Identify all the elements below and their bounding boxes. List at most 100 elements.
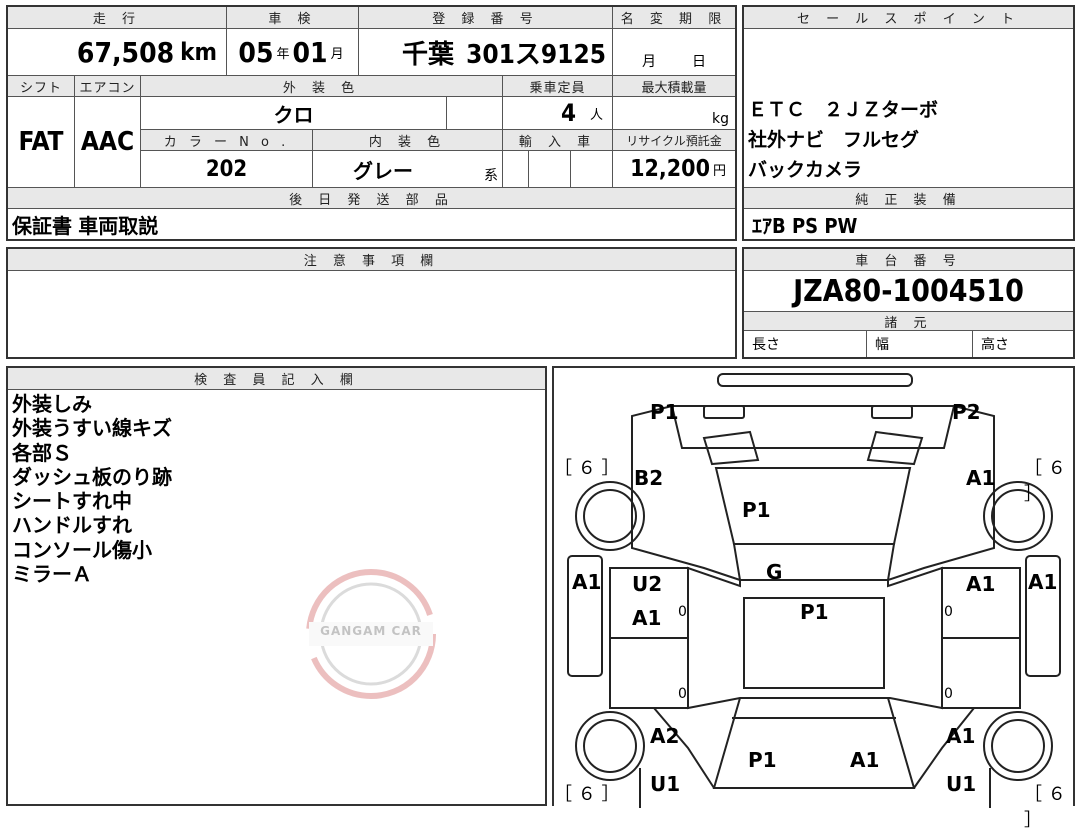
exterior-color-value: クロ xyxy=(140,97,446,129)
inspector-label: 検 査 員 記 入 欄 xyxy=(8,368,545,390)
capacity-value: 4 人 xyxy=(502,97,612,129)
chassis-table: 車 台 番 号 JZA80-1004510 諸 元 長さ 幅 高さ xyxy=(742,247,1075,359)
inspection-month: 01 xyxy=(292,35,328,69)
interior-color-label: 内 装 色 xyxy=(312,129,502,151)
color-no-value: 202 xyxy=(140,151,312,187)
zero-mark: 0 xyxy=(944,686,953,702)
capacity-unit: 人 xyxy=(589,107,603,123)
inspector-line: 外装しみ xyxy=(12,392,92,416)
year-unit: 年 xyxy=(276,46,290,62)
sales-points-label: セ ー ル ス ポ イ ン ト xyxy=(744,7,1073,29)
name-change-day: 日 xyxy=(692,54,706,70)
name-change-label: 名 変 期 限 xyxy=(612,7,735,29)
name-change-month: 月 xyxy=(642,54,656,70)
mileage-number: 67,508 xyxy=(76,35,175,69)
mark-windshield: G xyxy=(766,560,783,584)
mark-fender-front-left: B2 xyxy=(634,466,664,490)
exterior-color-extra xyxy=(446,97,502,129)
inspector-line: 外装うすい線キズ xyxy=(12,416,172,441)
car-diagram: ［ ６ ］ ［ ６ ］ ［ ６ ］ ［ ６ ］ P1 P2 B2 A1 P1 A… xyxy=(552,366,1075,831)
mark-front-left: P1 xyxy=(650,400,679,424)
sales-point-item: ＥＴＣ ２ＪＺターボ xyxy=(748,99,939,121)
notes-label: 注 意 事 項 欄 xyxy=(8,249,735,271)
chassis-number: JZA80-1004510 xyxy=(793,273,1024,309)
later-parts-label: 後 日 発 送 部 品 xyxy=(8,187,735,209)
recycle-unit: 円 xyxy=(712,163,726,179)
watermark-text: GANGAM CAR xyxy=(320,624,422,638)
sales-points-list: ＥＴＣ ２ＪＺターボ 社外ナビ フルセグ バックカメラ xyxy=(748,95,938,185)
sales-point-item: 社外ナビ フルセグ xyxy=(748,129,920,151)
import-label: 輸 入 車 xyxy=(502,129,612,151)
mileage-label: 走 行 xyxy=(8,7,226,29)
inspector-line: コンソール傷小 xyxy=(12,537,152,562)
inspection-year: 05 xyxy=(238,35,274,69)
inspection-label: 車 検 xyxy=(226,7,358,29)
bracket-front-right: ［ ６ ］ xyxy=(1024,458,1066,505)
inspector-notes: 外装しみ 外装うすい線キズ 各部Ｓ ダッシュ板のり跡 シートすれ中 ハンドルすれ… xyxy=(12,392,172,586)
genuine-equipment-value: ｴｱB PS PW xyxy=(752,213,858,238)
spec-label: 諸 元 xyxy=(744,311,1073,331)
bracket-rear-right: ［ ６ ］ xyxy=(1024,784,1066,831)
import-value-1 xyxy=(502,151,528,187)
inspector-line: 各部Ｓ xyxy=(12,440,72,465)
interior-color-value: グレー 系 xyxy=(312,151,502,187)
capacity-number: 4 xyxy=(560,99,576,127)
registration-label: 登 録 番 号 xyxy=(358,7,612,29)
registration-value: 千葉 301ス9125 xyxy=(358,29,612,75)
mark-rear-right: U1 xyxy=(946,772,977,796)
import-value-2 xyxy=(528,151,570,187)
mark-front-right: P2 xyxy=(952,400,981,424)
import-value-3 xyxy=(570,151,612,187)
mark-mirror-right: A1 xyxy=(1028,570,1058,594)
mark-front-door-left-1: U2 xyxy=(632,572,663,596)
name-change-value: 月 日 xyxy=(612,29,735,75)
mark-trunk: P1 xyxy=(748,748,777,772)
interior-color-suffix: 系 xyxy=(484,168,498,184)
mileage-unit: km xyxy=(180,38,217,66)
recycle-number: 12,200 xyxy=(630,156,710,182)
chassis-label: 車 台 番 号 xyxy=(744,249,1073,271)
inspector-line: ダッシュ板のり跡 xyxy=(12,464,172,489)
sales-points-table: セ ー ル ス ポ イ ン ト ＥＴＣ ２ＪＺターボ 社外ナビ フルセグ バック… xyxy=(742,5,1075,241)
spec-height: 高さ xyxy=(972,331,1073,357)
capacity-label: 乗車定員 xyxy=(502,75,612,97)
mark-front-door-right: A1 xyxy=(966,572,996,596)
zero-mark: 0 xyxy=(678,686,687,702)
max-load-label: 最大積載量 xyxy=(612,75,735,97)
mark-mirror-left: A1 xyxy=(572,570,602,594)
max-load-value: kg xyxy=(612,97,735,129)
recycle-label: リサイクル預託金 xyxy=(612,129,735,151)
month-unit: 月 xyxy=(330,46,344,62)
mark-rear-fender-right: A1 xyxy=(946,724,976,748)
mark-roof: P1 xyxy=(800,600,829,624)
shift-value: FAT xyxy=(18,127,64,157)
inspector-table: 検 査 員 記 入 欄 外装しみ 外装うすい線キズ 各部Ｓ ダッシュ板のり跡 シ… xyxy=(6,366,547,806)
mark-hood: P1 xyxy=(742,498,771,522)
spec-width: 幅 xyxy=(866,331,972,357)
mark-rear-fender-left: A2 xyxy=(650,724,680,748)
later-parts-value: 保証書 車両取説 xyxy=(12,213,159,238)
interior-color-text: グレー xyxy=(353,158,413,183)
shift-label: シフト xyxy=(8,75,74,97)
inspection-value: 05 年 01 月 xyxy=(226,29,358,75)
recycle-value: 12,200 円 xyxy=(612,151,735,187)
watermark-logo: GANGAM CAR xyxy=(303,566,439,702)
aircon-value: AAC xyxy=(74,97,140,187)
mark-rear-left: U1 xyxy=(650,772,681,796)
sales-point-item: バックカメラ xyxy=(748,159,863,181)
notes-table: 注 意 事 項 欄 xyxy=(6,247,737,359)
mark-front-door-left-2: A1 xyxy=(632,606,662,630)
genuine-equipment-label: 純 正 装 備 xyxy=(744,187,1073,209)
vehicle-info-table: 走 行 車 検 登 録 番 号 名 変 期 限 67,508 km 05 年 0… xyxy=(6,5,737,241)
mark-trunk-right: A1 xyxy=(850,748,880,772)
zero-mark: 0 xyxy=(678,604,687,620)
spec-length: 長さ xyxy=(752,337,780,353)
exterior-color-label: 外 装 色 xyxy=(140,75,502,97)
load-unit: kg xyxy=(712,111,729,127)
registration-area: 千葉 xyxy=(402,39,455,70)
bracket-rear-left: ［ ６ ］ xyxy=(554,784,620,805)
mileage-value: 67,508 km xyxy=(8,29,226,75)
bracket-front-left: ［ ６ ］ xyxy=(554,458,620,479)
inspector-line: ミラーＡ xyxy=(12,562,92,587)
inspector-line: ハンドルすれ xyxy=(12,513,132,538)
